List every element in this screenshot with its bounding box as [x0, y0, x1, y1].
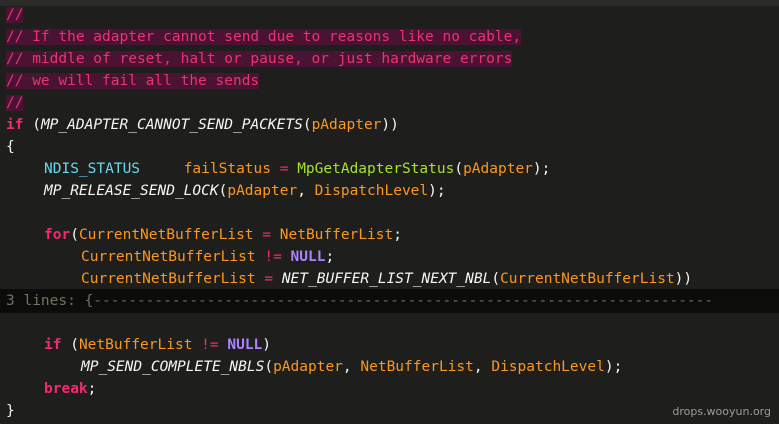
keyword-break: break — [44, 381, 88, 397]
type-name: NDIS_STATUS — [44, 161, 141, 177]
macro-name: NET_BUFFER_LIST_NEXT_NBL — [281, 271, 492, 287]
macro-name: MP_ADAPTER_CANNOT_SEND_PACKETS — [40, 117, 303, 133]
argument: pAdapter — [311, 117, 382, 133]
punctuation: )) — [381, 117, 399, 133]
comment-text: // — [6, 7, 24, 23]
argument: pAdapter — [227, 183, 298, 199]
code-line-status: NDIS_STATUS failStatus = MpGetAdapterSta… — [44, 158, 550, 180]
code-line-for-increment: CurrentNetBufferList = NET_BUFFER_LIST_N… — [81, 268, 692, 290]
editor-top-strip — [0, 0, 779, 6]
comment-text: // middle of reset, halt or pause, or ju… — [6, 51, 513, 67]
comment-text: // — [6, 95, 24, 111]
punctuation: ( — [70, 227, 79, 243]
null-constant: NULL — [290, 249, 326, 265]
keyword-if: if — [44, 337, 62, 353]
punctuation: ; — [325, 249, 335, 265]
punctuation: , — [297, 183, 315, 199]
punctuation: ; — [87, 381, 97, 397]
code-line-for-condition: CurrentNetBufferList != NULL; — [81, 246, 334, 268]
code-line-brace-close: } — [6, 400, 15, 422]
comment-line-2: // If the adapter cannot send due to rea… — [6, 26, 522, 48]
comment-line-4: // we will fail all the sends — [6, 70, 260, 92]
variable-name: failStatus — [183, 161, 271, 177]
variable-name: CurrentNetBufferList — [81, 271, 256, 287]
comment-line-1: // — [6, 4, 24, 26]
argument: DispatchLevel — [314, 183, 429, 199]
code-line-break: break; — [44, 378, 96, 400]
null-constant: NULL — [227, 337, 263, 353]
argument: pAdapter — [273, 359, 343, 375]
code-line-brace-open: { — [6, 136, 15, 158]
argument: CurrentNetBufferList — [500, 271, 675, 287]
punctuation: ( — [454, 161, 464, 177]
comment-line-5: // — [6, 92, 24, 114]
macro-name: MP_SEND_COMPLETE_NBLS — [81, 359, 265, 375]
code-line-if-cannot-send: if (MP_ADAPTER_CANNOT_SEND_PACKETS(pAdap… — [6, 114, 399, 136]
fold-label: 3 lines: {------------------------------… — [6, 293, 714, 309]
punctuation: , — [342, 359, 361, 375]
punctuation: ); — [604, 359, 623, 375]
function-name: MpGetAdapterStatus — [297, 161, 455, 177]
variable-name: NetBufferList — [279, 227, 394, 243]
operator: = — [253, 227, 280, 243]
macro-name: MP_RELEASE_SEND_LOCK — [44, 183, 219, 199]
operator: != — [192, 337, 228, 353]
brace: { — [6, 139, 15, 155]
punctuation: ( — [264, 359, 274, 375]
operator: != — [255, 249, 291, 265]
comment-line-3: // middle of reset, halt or pause, or ju… — [6, 48, 513, 70]
punctuation: ( — [23, 117, 41, 133]
variable-name: CurrentNetBufferList — [78, 227, 254, 243]
comment-text: // If the adapter cannot send due to rea… — [6, 29, 522, 45]
comment-text: // we will fail all the sends — [6, 73, 260, 89]
argument: DispatchLevel — [491, 359, 605, 375]
argument: pAdapter — [463, 161, 533, 177]
punctuation: ( — [491, 271, 501, 287]
brace: } — [6, 403, 15, 419]
code-line-release-lock: MP_RELEASE_SEND_LOCK(pAdapter, DispatchL… — [44, 180, 446, 202]
variable-name: CurrentNetBufferList — [81, 249, 256, 265]
punctuation: ; — [393, 227, 402, 243]
punctuation: ); — [532, 161, 551, 177]
punctuation: , — [473, 359, 492, 375]
operator: = — [255, 271, 282, 287]
operator: = — [271, 161, 298, 177]
punctuation: ); — [428, 183, 446, 199]
code-line-send-complete: MP_SEND_COMPLETE_NBLS(pAdapter, NetBuffe… — [81, 356, 622, 378]
folded-lines-bar[interactable]: 3 lines: {------------------------------… — [0, 289, 779, 313]
code-editor[interactable]: // // If the adapter cannot send due to … — [0, 0, 779, 424]
keyword-for: for — [44, 227, 71, 243]
punctuation: ) — [262, 337, 272, 353]
code-line-for: for(CurrentNetBufferList = NetBufferList… — [44, 224, 402, 246]
punctuation: )) — [674, 271, 693, 287]
keyword-if: if — [6, 117, 24, 133]
variable-name: NetBufferList — [78, 337, 193, 353]
watermark: drops.wooyun.org — [672, 405, 771, 418]
punctuation: ( — [61, 337, 79, 353]
punctuation: ( — [302, 117, 312, 133]
code-line-if-netbufferlist: if (NetBufferList != NULL) — [44, 334, 271, 356]
argument: NetBufferList — [360, 359, 474, 375]
